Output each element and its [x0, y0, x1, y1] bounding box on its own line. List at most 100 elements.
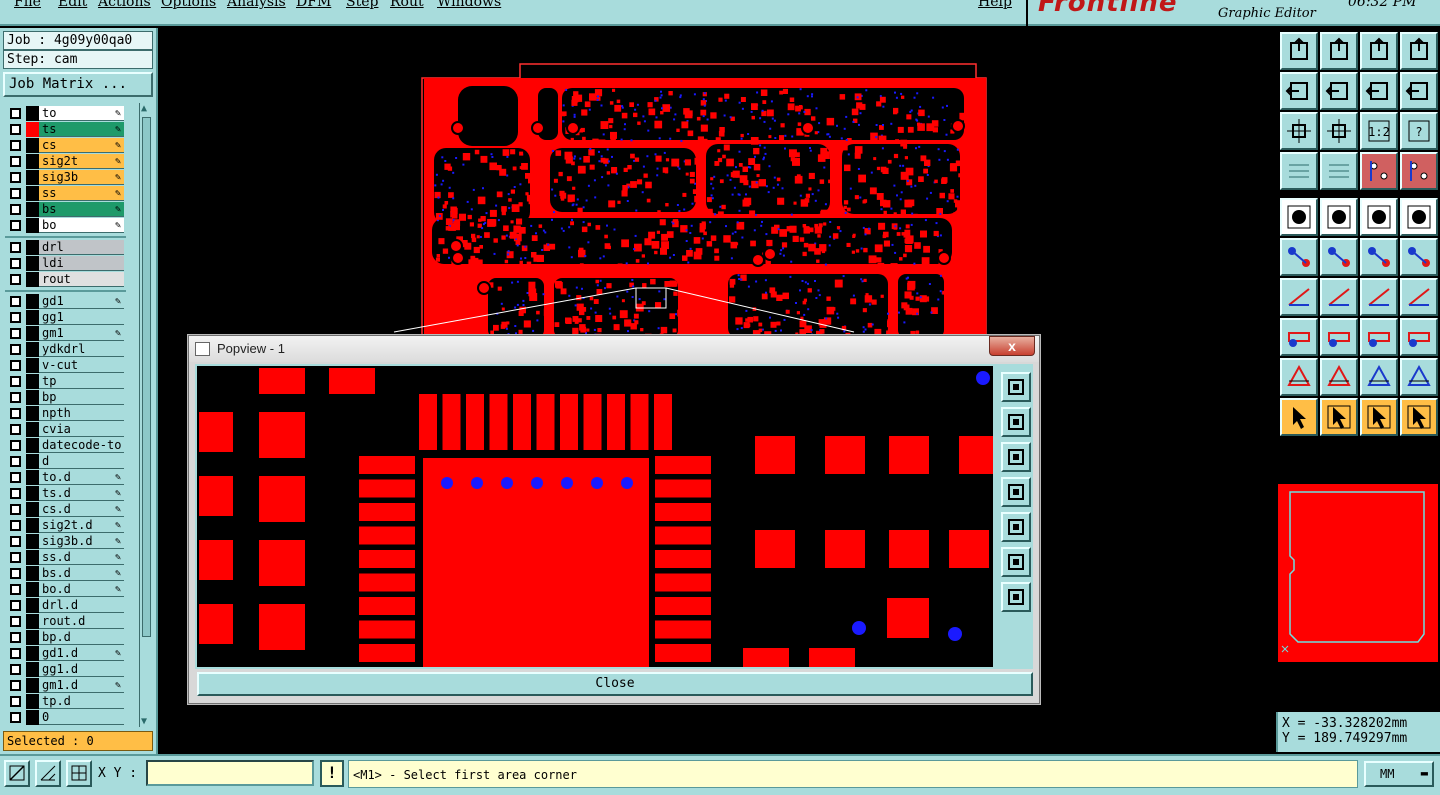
layer-checkbox[interactable]: [10, 616, 21, 627]
layer-checkbox[interactable]: [10, 140, 21, 151]
angle-button[interactable]: [1280, 278, 1318, 316]
layer-color-swatch[interactable]: [26, 342, 39, 357]
popview-close-icon[interactable]: x: [989, 336, 1035, 356]
layer-checkbox[interactable]: [10, 408, 21, 419]
layer-checkbox[interactable]: [10, 258, 21, 269]
layer-row-v-cut[interactable]: v-cut: [5, 358, 126, 373]
layer-row-ss[interactable]: ss ✎: [5, 186, 126, 201]
save-down-button[interactable]: [1320, 32, 1358, 70]
layer-color-swatch[interactable]: [26, 122, 39, 137]
scroll-down-icon[interactable]: ▼: [141, 716, 147, 727]
layer-checkbox[interactable]: [10, 504, 21, 515]
pointer-circle-button[interactable]: [1360, 398, 1398, 436]
layer-color-swatch[interactable]: [26, 582, 39, 597]
pan-up-button[interactable]: [1001, 407, 1031, 437]
layer-row-gg1[interactable]: gg1: [5, 310, 126, 325]
layer-row-gm1[interactable]: gm1 ✎: [5, 326, 126, 341]
layer-checkbox[interactable]: [10, 488, 21, 499]
layer-row-bo.d[interactable]: bo.d ✎: [5, 582, 126, 597]
layer-checkbox[interactable]: [10, 376, 21, 387]
layer-color-swatch[interactable]: [26, 550, 39, 565]
popview-close-button[interactable]: Close: [197, 672, 1033, 696]
home-button[interactable]: [1360, 32, 1398, 70]
layer-row-ts.d[interactable]: ts.d ✎: [5, 486, 126, 501]
menu-options[interactable]: Options: [161, 0, 216, 10]
layer-color-swatch[interactable]: [26, 256, 39, 271]
execute-button[interactable]: !: [320, 760, 344, 787]
layer-color-swatch[interactable]: [26, 138, 39, 153]
window-button[interactable]: [1400, 32, 1438, 70]
layer-stack-red-button[interactable]: [1360, 152, 1398, 190]
layer-row-ts[interactable]: ts ✎: [5, 122, 126, 137]
layer-color-swatch[interactable]: [26, 272, 39, 287]
layer-row-drl[interactable]: drl: [5, 240, 126, 255]
layer-checkbox[interactable]: [10, 172, 21, 183]
ruler-button[interactable]: [1360, 198, 1398, 236]
menu-actions[interactable]: Actions: [98, 0, 151, 10]
layer-row-sig2t[interactable]: sig2t ✎: [5, 154, 126, 169]
layer-checkbox[interactable]: [10, 188, 21, 199]
layer-row-d[interactable]: d: [5, 454, 126, 469]
layer-color-swatch[interactable]: [26, 486, 39, 501]
layer-color-swatch[interactable]: [26, 170, 39, 185]
snap-end-button[interactable]: [1400, 238, 1438, 276]
layer-row-gd1[interactable]: gd1 ✎: [5, 294, 126, 309]
pan-left-button[interactable]: [1280, 72, 1318, 110]
redraw-button[interactable]: [1360, 72, 1398, 110]
mirror-text-button[interactable]: [1400, 278, 1438, 316]
pad-net-button[interactable]: [1280, 318, 1318, 356]
layout-button[interactable]: [1400, 72, 1438, 110]
layer-checkbox[interactable]: [10, 536, 21, 547]
popview-titlebar[interactable]: Popview - 1 x: [189, 336, 1039, 362]
help-button[interactable]: ?: [1400, 112, 1438, 150]
triangle-red-2-button[interactable]: [1320, 358, 1358, 396]
layer-row-npth[interactable]: npth: [5, 406, 126, 421]
layer-checkbox[interactable]: [10, 220, 21, 231]
layer-checkbox[interactable]: [10, 392, 21, 403]
layer-checkbox[interactable]: [10, 568, 21, 579]
measure-line-button[interactable]: [1320, 198, 1358, 236]
layer-checkbox[interactable]: [10, 472, 21, 483]
layer-checkbox[interactable]: [10, 424, 21, 435]
layer-color-swatch[interactable]: [26, 310, 39, 325]
shape-button[interactable]: [1400, 318, 1438, 356]
layer-row-bo[interactable]: bo ✎: [5, 218, 126, 233]
layer-row-sig3b.d[interactable]: sig3b.d ✎: [5, 534, 126, 549]
xy-coordinate-input[interactable]: [146, 760, 314, 786]
layer-color-swatch[interactable]: [26, 218, 39, 233]
layer-checkbox[interactable]: [10, 296, 21, 307]
layer-color-swatch[interactable]: [26, 678, 39, 693]
layer-checkbox[interactable]: [10, 696, 21, 707]
layer-row-sig3b[interactable]: sig3b ✎: [5, 170, 126, 185]
layer-checkbox[interactable]: [10, 242, 21, 253]
layer-row-sig2t.d[interactable]: sig2t.d ✎: [5, 518, 126, 533]
measure-button[interactable]: [35, 760, 61, 787]
layer-color-swatch[interactable]: [26, 534, 39, 549]
layer-row-gd1.d[interactable]: gd1.d ✎: [5, 646, 126, 661]
layer-row-tp.d[interactable]: tp.d: [5, 694, 126, 709]
zoom-window-button[interactable]: [1001, 372, 1031, 402]
layer-checkbox[interactable]: [10, 680, 21, 691]
layer-checkbox[interactable]: [10, 156, 21, 167]
layer-color-swatch[interactable]: [26, 566, 39, 581]
trace-button[interactable]: [1320, 318, 1358, 356]
layer-row-gm1.d[interactable]: gm1.d ✎: [5, 678, 126, 693]
popview-canvas[interactable]: [197, 366, 993, 667]
layer-color-swatch[interactable]: [26, 202, 39, 217]
layer-checkbox[interactable]: [10, 440, 21, 451]
layer-checkbox[interactable]: [10, 648, 21, 659]
layer-color-swatch[interactable]: [26, 326, 39, 341]
save-up-button[interactable]: [1280, 32, 1318, 70]
menu-step[interactable]: Step: [346, 0, 378, 10]
zoom-fit-button[interactable]: [1280, 112, 1318, 150]
layer-checkbox[interactable]: [10, 632, 21, 643]
layer-checkbox[interactable]: [10, 584, 21, 595]
layer-row-bp.d[interactable]: bp.d: [5, 630, 126, 645]
layer-checkbox[interactable]: [10, 664, 21, 675]
layer-color-swatch[interactable]: [26, 454, 39, 469]
triangle-blue-2-button[interactable]: [1400, 358, 1438, 396]
pointer-net-button[interactable]: [1400, 398, 1438, 436]
layer-checkbox[interactable]: [10, 344, 21, 355]
zoom-area-button[interactable]: [4, 760, 30, 787]
menu-analysis[interactable]: Analysis: [227, 0, 286, 10]
